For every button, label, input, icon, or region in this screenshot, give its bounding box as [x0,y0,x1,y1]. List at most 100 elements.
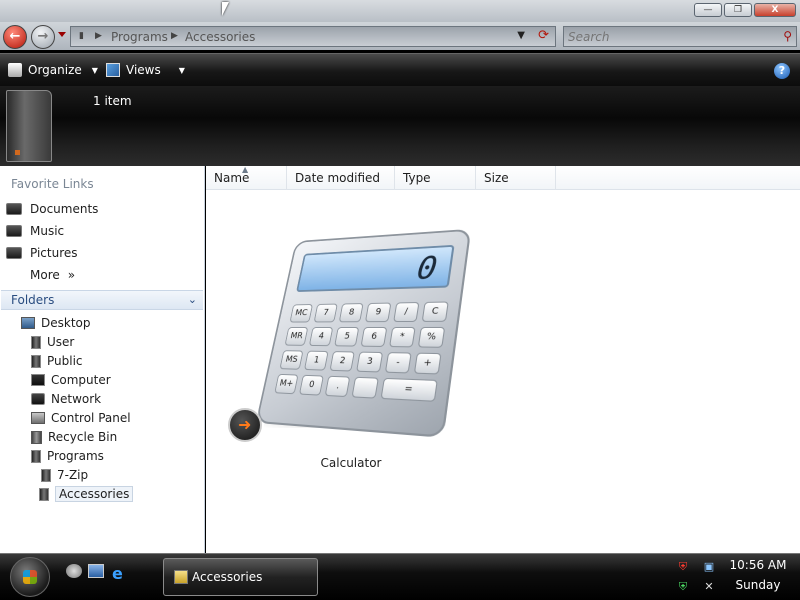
calculator-key: * [388,326,416,348]
tree-item-desktop[interactable]: Desktop [21,314,91,332]
favorite-link-label: Music [30,224,65,238]
address-dropdown-icon[interactable]: ▼ [517,30,525,41]
pictures-icon [6,247,22,259]
favorite-link-label: Pictures [30,246,78,260]
item-count: 1 item [93,94,132,108]
search-box[interactable]: ⚲ [563,26,797,47]
favorite-link-pictures[interactable]: Pictures [6,246,78,260]
minimize-button[interactable]: — [694,3,722,17]
breadcrumb-separator-icon[interactable]: ▶ [95,31,102,41]
tree-item-label: Accessories [55,486,134,502]
taskbar-button-accessories[interactable]: Accessories [163,558,318,596]
tree-item-label: Control Panel [51,411,131,425]
column-header-label: Size [484,171,509,185]
column-header-type[interactable]: Type [395,166,476,190]
calculator-keypad: MC 7 8 9/C MR 4 5 6 *% MS 1 2 3- + M+ 0. = [274,301,449,402]
column-header-label: Type [403,171,431,185]
calculator-key: + [413,352,442,375]
calculator-key: 0 [299,374,325,396]
folders-label: Folders [11,293,55,307]
close-button[interactable]: X [754,3,796,17]
calculator-key: 1 [304,350,329,371]
internet-explorer-icon[interactable]: e [112,564,130,583]
organize-button[interactable]: Organize ▼ [8,63,98,77]
breadcrumb-programs[interactable]: Programs [111,30,168,44]
folders-header[interactable]: Folders ⌄ [1,290,203,310]
tree-item-network[interactable]: Network [31,390,101,408]
tree-item-recycle-bin[interactable]: Recycle Bin [31,428,117,446]
calculator-key: MS [279,350,304,370]
views-label: Views [126,63,161,77]
tree-item-public[interactable]: Public [31,352,83,370]
tree-item-programs[interactable]: Programs [31,447,104,465]
column-header-label: Date modified [295,171,381,185]
calculator-key: 8 [339,303,365,323]
tree-item-label: 7-Zip [57,468,89,482]
details-header: 1 item [0,86,800,166]
window-controls: — ❐ X [694,3,796,17]
tree-item-label: User [47,335,75,349]
calculator-key [351,376,379,399]
maximize-button[interactable]: ❐ [724,3,752,17]
recycle-bin-icon [31,430,42,444]
user-folder-icon [31,335,41,349]
calculator-key: 3 [356,351,383,373]
network-icon [31,393,45,405]
computer-icon [31,374,45,386]
back-button[interactable]: ← [3,25,27,49]
calculator-key: 2 [329,351,356,372]
file-item-calculator[interactable]: 0 MC789/CMR456*%MS123-+M+0.= Calculator [226,218,476,472]
chevron-down-icon[interactable]: ⌄ [188,293,197,306]
search-icon[interactable]: ⚲ [783,29,792,43]
network-status-icon[interactable]: ▣ [702,560,716,574]
music-icon [6,225,22,237]
title-bar: — ❐ X [0,0,800,22]
tree-item-computer[interactable]: Computer [31,371,111,389]
windows-defender-icon[interactable]: ⛨ [676,580,690,594]
breadcrumb-accessories[interactable]: Accessories [185,30,255,44]
start-button[interactable] [10,557,50,597]
tree-item-label: Network [51,392,102,406]
calculator-key: / [392,302,420,323]
volume-muted-icon[interactable]: ✕ [702,580,716,594]
tree-item-control-panel[interactable]: Control Panel [31,409,131,427]
breadcrumb-separator-icon[interactable]: ▶ [171,31,178,41]
tree-item-accessories[interactable]: Accessories [39,485,134,503]
file-name: Calculator [320,456,382,470]
documents-icon [6,203,22,215]
favorite-link-documents[interactable]: Documents [6,202,98,216]
tree-item-label: Public [47,354,83,368]
navigation-bar: ← → ▮ ▶ Programs ▶ Accessories ▼ ⟳ ⚲ [0,22,800,50]
show-desktop-icon[interactable] [66,564,82,578]
command-bar: Organize ▼ Views ▼ ? [0,53,800,86]
forward-button[interactable]: → [31,25,55,49]
recent-pages-dropdown-icon[interactable] [58,32,66,37]
column-header-date-modified[interactable]: Date modified [287,166,395,190]
tree-item-user[interactable]: User [31,333,74,351]
tree-item-label: Desktop [41,316,91,330]
shortcut-arrow-icon [228,408,262,442]
calculator-key: MC [289,304,314,323]
help-button[interactable]: ? [774,63,790,79]
favorite-link-music[interactable]: Music [6,224,64,238]
tree-item-7zip[interactable]: 7-Zip [41,466,88,484]
security-center-icon[interactable]: ⛨ [676,560,690,574]
column-header-size[interactable]: Size [476,166,556,190]
views-button[interactable]: Views ▼ [106,63,185,77]
calculator-icon: 0 MC 7 8 9/C MR 4 5 6 *% MS 1 2 3- + M+ 0. = [255,228,472,438]
clock[interactable]: 10:56 AM Sunday [722,558,794,598]
breadcrumb-root-icon[interactable]: ▮ [79,31,84,41]
control-panel-icon [31,412,45,424]
folder-icon [39,487,49,501]
calculator-key: 6 [360,327,388,347]
favorite-links-more[interactable]: More » [30,268,75,282]
address-bar[interactable]: ▮ ▶ Programs ▶ Accessories ▼ ⟳ [70,26,556,47]
favorite-link-label: More [30,268,60,282]
refresh-icon[interactable]: ⟳ [538,28,549,43]
calculator-key: . [324,375,351,398]
switch-windows-icon[interactable] [88,564,104,578]
folder-icon [174,570,188,584]
calculator-key: MR [284,327,309,346]
column-header-name[interactable]: ▲ Name [206,165,287,190]
search-input[interactable] [564,27,764,46]
